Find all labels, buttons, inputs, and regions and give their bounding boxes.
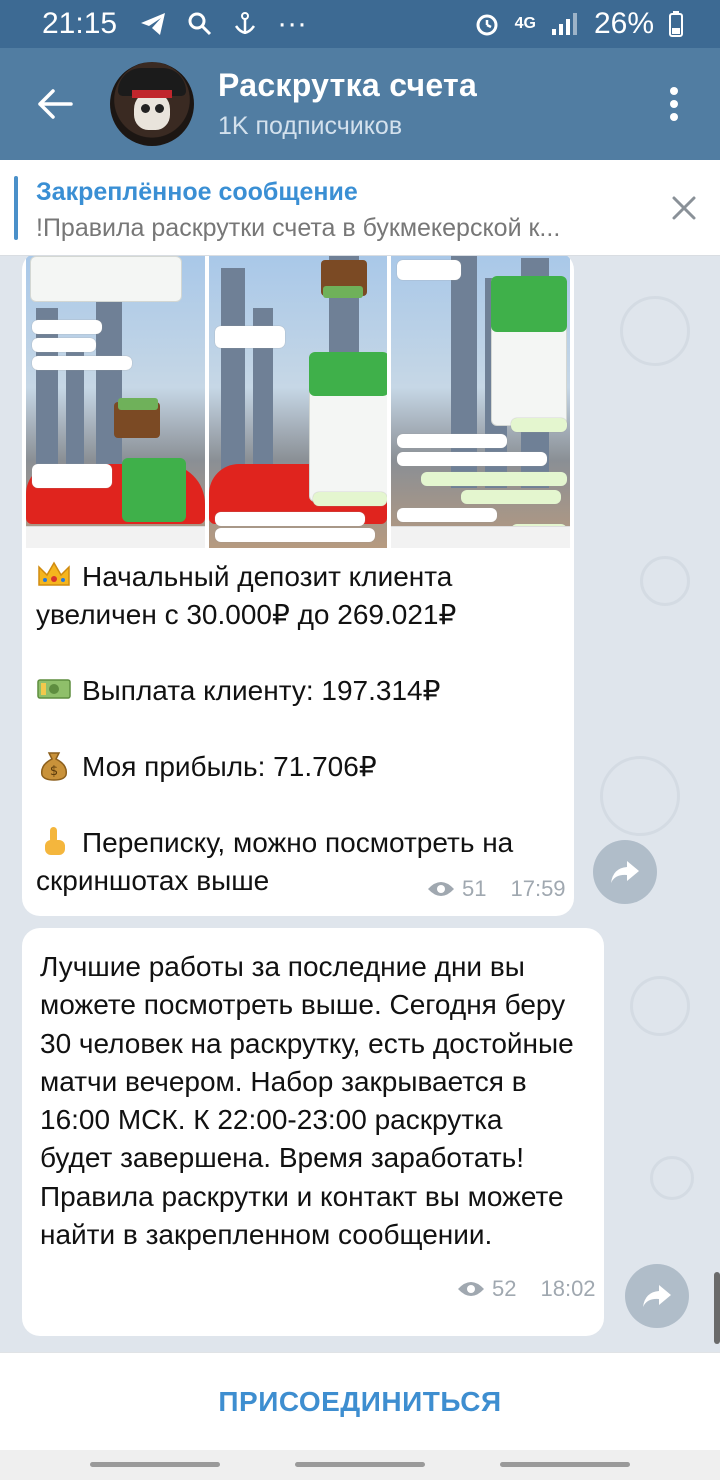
arrow-left-icon (38, 89, 73, 119)
nav-back-button[interactable] (500, 1462, 630, 1467)
pinned-accent-bar (14, 176, 18, 240)
status-time: 21:15 (42, 7, 118, 40)
screenshot-photo[interactable] (26, 256, 205, 548)
message-bubble[interactable]: Лучшие работы за последние дни вы можете… (22, 928, 604, 1336)
message-bubble[interactable]: Начальный депозит клиента увеличен с 30.… (22, 256, 574, 916)
pinned-message[interactable]: Закреплённое сообщение !Правила раскрутк… (0, 160, 720, 256)
back-button[interactable] (0, 48, 110, 160)
pointing-up-emoji (45, 827, 65, 855)
message-time: 17:59 (510, 876, 566, 901)
join-label: ПРИСОЕДИНИТЬСЯ (218, 1385, 502, 1417)
screenshot-photo[interactable] (208, 256, 388, 548)
system-nav-bar (0, 1450, 720, 1480)
signal-icon (550, 11, 580, 37)
photo-album[interactable] (26, 256, 571, 548)
pinned-title: Закреплённое сообщение (36, 178, 358, 206)
message-caption: Начальный депозит клиента увеличен с 30.… (36, 558, 556, 900)
message-text: Лучшие работы за последние дни вы можете… (40, 951, 574, 1251)
message-meta: 51 17:59 (426, 876, 566, 902)
pinned-text: !Правила раскрутки счета в букмекерской … (36, 214, 561, 242)
share-button[interactable] (625, 1264, 689, 1328)
views-counter: 51 (426, 876, 486, 902)
crown-emoji (38, 561, 70, 586)
eye-icon (458, 1282, 484, 1296)
caption-line-payout: Выплата клиенту: 197.314₽ (82, 675, 441, 706)
message-time: 18:02 (540, 1276, 596, 1301)
nav-home-button[interactable] (295, 1462, 425, 1467)
status-bar: 21:15 ··· 4G 26% (0, 0, 720, 48)
money-emoji (37, 679, 71, 699)
screenshot-photo[interactable] (391, 256, 571, 548)
channel-avatar[interactable] (110, 62, 194, 146)
more-options-button[interactable] (628, 48, 720, 160)
channel-info[interactable]: Раскрутка счета 1K подписчиков (218, 67, 628, 141)
chat-area[interactable]: Начальный депозит клиента увеличен с 30.… (0, 256, 720, 1352)
close-icon[interactable] (668, 192, 700, 224)
subscriber-count: 1K подписчиков (218, 112, 403, 140)
share-arrow-icon (611, 861, 639, 883)
caption-line-deposit: Начальный депозит клиента увеличен с 30.… (36, 561, 457, 630)
caption-line-profit: Моя прибыль: 71.706₽ (82, 751, 377, 782)
money-bag-emoji: $ (40, 752, 68, 781)
share-button[interactable] (593, 840, 657, 904)
share-arrow-icon (643, 1285, 671, 1307)
chat-header: Раскрутка счета 1K подписчиков (0, 48, 720, 160)
more-vertical-icon (670, 87, 678, 121)
network-type: 4G (514, 15, 536, 32)
battery-icon (668, 10, 684, 38)
alarm-icon (473, 10, 501, 38)
scrollbar[interactable] (714, 1272, 720, 1344)
search-icon (187, 11, 213, 37)
nav-recent-button[interactable] (90, 1462, 220, 1467)
anchor-icon (233, 11, 257, 37)
eye-icon (428, 882, 454, 896)
more-notifications-icon: ··· (277, 7, 308, 40)
svg-text:$: $ (50, 764, 58, 779)
join-button[interactable]: ПРИСОЕДИНИТЬСЯ (0, 1352, 720, 1450)
views-counter: 52 (456, 1276, 516, 1302)
telegram-icon (139, 11, 167, 37)
battery-percent: 26% (593, 7, 654, 40)
channel-title: Раскрутка счета (218, 67, 478, 103)
message-meta: 52 18:02 (456, 1276, 596, 1302)
